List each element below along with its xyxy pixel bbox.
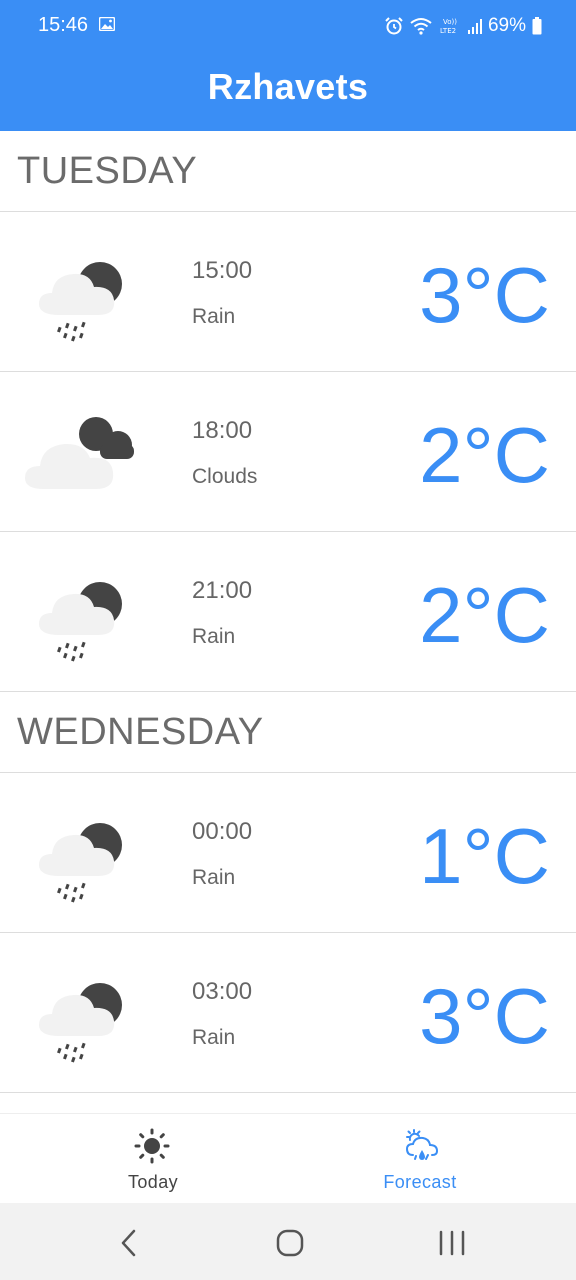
battery-icon — [532, 17, 542, 35]
rain-night-icon — [20, 803, 140, 903]
forecast-condition: Rain — [192, 866, 236, 889]
status-time: 15:46 — [38, 14, 89, 36]
day-label: WEDNESDAY — [17, 710, 264, 753]
forecast-row[interactable]: 00:00 Rain 1°C — [0, 773, 576, 933]
bottom-navigation: Today Forecast — [0, 1113, 576, 1203]
forecast-condition: Clouds — [192, 465, 258, 488]
home-icon[interactable] — [270, 1225, 310, 1261]
status-bar: 15:46 Vo)) LTE2 69% — [0, 0, 576, 42]
nav-today[interactable]: Today — [0, 1114, 288, 1204]
forecast-time: 15:00 — [192, 257, 253, 284]
wifi-icon — [410, 17, 432, 35]
forecast-row[interactable]: 03:00 Rain 3°C — [0, 933, 576, 1093]
alarm-icon — [384, 16, 404, 36]
svg-text:LTE2: LTE2 — [440, 27, 456, 35]
forecast-temperature: 2°C — [419, 411, 550, 499]
day-label: TUESDAY — [17, 149, 198, 192]
rain-night-icon — [20, 242, 140, 342]
forecast-time: 21:00 — [192, 577, 253, 604]
app-title: Rzhavets — [207, 65, 369, 107]
forecast-condition: Rain — [192, 1026, 236, 1049]
back-icon[interactable] — [110, 1225, 150, 1261]
forecast-temperature: 3°C — [419, 972, 550, 1060]
status-icons: Vo)) LTE2 69% — [384, 14, 542, 38]
forecast-row[interactable]: 18:00 Clouds 2°C — [0, 372, 576, 532]
forecast-row[interactable]: 21:00 Rain 2°C — [0, 532, 576, 692]
sun-icon — [134, 1128, 170, 1164]
forecast-time: 00:00 — [192, 818, 253, 845]
forecast-time: 18:00 — [192, 417, 253, 444]
forecast-condition: Rain — [192, 625, 236, 648]
forecast-cloud-sun-rain-icon — [404, 1128, 440, 1164]
forecast-temperature: 3°C — [419, 251, 550, 339]
signal-icon — [467, 18, 482, 34]
battery-percent: 69% — [487, 15, 526, 36]
day-header: WEDNESDAY — [0, 692, 576, 773]
forecast-condition: Rain — [192, 305, 236, 328]
recent-apps-icon[interactable] — [432, 1225, 472, 1261]
forecast-temperature: 1°C — [419, 812, 550, 900]
gallery-icon — [98, 16, 116, 32]
forecast-time: 03:00 — [192, 978, 253, 1005]
nav-forecast-label: Forecast — [383, 1172, 457, 1192]
forecast-row[interactable]: 15:00 Rain 3°C — [0, 212, 576, 372]
rain-night-icon — [20, 963, 140, 1063]
nav-today-label: Today — [127, 1172, 179, 1192]
volte-lte2-icon: Vo)) LTE2 — [438, 16, 462, 36]
clouds-night-icon — [20, 402, 140, 502]
app-bar: Rzhavets — [0, 42, 576, 131]
day-header: TUESDAY — [0, 131, 576, 212]
rain-night-icon — [20, 562, 140, 662]
forecast-list[interactable]: TUESDAY 15:00 Rain 3°C 18:00 Clouds 2°C … — [0, 131, 576, 1113]
forecast-temperature: 2°C — [419, 571, 550, 659]
system-navigation-bar — [0, 1203, 576, 1280]
svg-text:Vo)): Vo)) — [443, 18, 457, 26]
nav-forecast[interactable]: Forecast — [288, 1114, 576, 1204]
